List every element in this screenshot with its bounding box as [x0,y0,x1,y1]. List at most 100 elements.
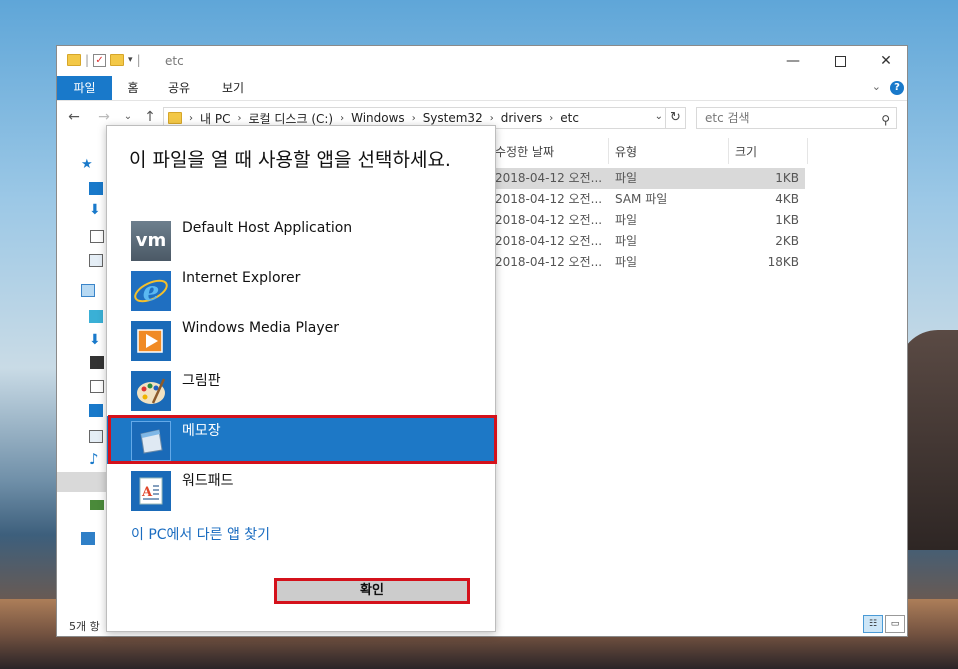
maximize-button[interactable] [817,46,863,76]
breadcrumb-system32[interactable]: System32 [423,111,483,125]
column-header-type[interactable]: 유형 [615,142,637,162]
quick-access-toolbar: | ✓ ▾ | [67,53,141,67]
notepad-icon [131,421,171,461]
status-item-count: 5개 항 [69,620,100,633]
column-divider[interactable] [728,138,729,164]
table-row[interactable]: 2018-04-12 오전... 파일 2KB [495,231,805,252]
search-input[interactable]: etc 검색 ⚲ [696,107,897,129]
file-date: 2018-04-12 오전... [495,213,603,227]
music-icon[interactable]: ♪ [89,450,99,468]
file-date: 2018-04-12 오전... [495,171,603,185]
desktop-icon[interactable] [89,404,103,417]
app-name: 그림판 [182,373,221,389]
videos-icon[interactable] [90,356,104,369]
dialog-title: 이 파일을 열 때 사용할 앱을 선택하세요. [129,149,451,171]
chevron-right-icon[interactable]: › [340,113,344,124]
forward-arrow-icon[interactable]: → [95,108,113,126]
vmware-icon: vm [131,221,171,261]
breadcrumb-this-pc[interactable]: 내 PC [200,110,230,127]
minimize-button[interactable]: — [770,46,816,76]
recent-locations-chevron-icon[interactable]: ⌄ [119,108,137,126]
breadcrumb-local-disk[interactable]: 로컬 디스크 (C:) [248,110,333,127]
table-row[interactable]: 2018-04-12 오전... 파일 18KB [495,252,805,273]
network-drive-icon[interactable] [90,500,104,510]
3d-objects-icon[interactable] [89,310,103,323]
file-size: 18KB [767,255,799,269]
window-title: etc [165,54,184,68]
tab-share[interactable]: 공유 [161,76,197,100]
chevron-right-icon[interactable]: › [412,113,416,124]
column-divider[interactable] [608,138,609,164]
new-folder-icon[interactable] [110,54,125,66]
find-other-app-link[interactable]: 이 PC에서 다른 앱 찾기 [131,524,270,544]
ok-button[interactable]: 확인 [274,578,470,604]
chevron-right-icon[interactable]: › [549,113,553,124]
details-view-icon[interactable]: ☷ [863,615,883,633]
large-icons-view-icon[interactable]: ▭ [885,615,905,633]
file-type: 파일 [615,234,638,248]
title-bar: | ✓ ▾ | etc — ✕ [57,46,907,76]
app-option-internet-explorer[interactable]: e Internet Explorer [107,266,495,314]
app-name: 워드패드 [182,473,234,489]
help-button[interactable]: ? [890,81,904,95]
address-dropdown-chevron-icon[interactable]: ⌄ [655,111,663,122]
table-row[interactable]: 2018-04-12 오전... 파일 1KB [495,210,805,231]
app-option-default-host[interactable]: vm Default Host Application [107,216,495,264]
documents-icon[interactable] [90,230,104,243]
expand-ribbon-chevron-icon[interactable]: ⌄ [872,80,881,93]
paint-icon [131,371,171,411]
back-arrow-icon[interactable]: ← [65,108,83,126]
app-name: Windows Media Player [182,320,340,336]
table-row[interactable]: 2018-04-12 오전... SAM 파일 4KB [495,189,805,210]
file-date: 2018-04-12 오전... [495,234,603,248]
close-button[interactable]: ✕ [863,46,909,76]
downloads-icon[interactable]: ⬇ [89,202,101,218]
network-icon[interactable] [81,532,95,545]
app-option-notepad[interactable]: 메모장 [107,416,495,464]
file-type: SAM 파일 [615,192,668,206]
desktop-icon[interactable] [89,182,103,195]
app-name: 메모장 [182,423,221,439]
file-type: 파일 [615,171,638,185]
local-disk-selected-row[interactable] [57,472,107,492]
refresh-button[interactable]: ↻ [666,107,686,129]
downloads-icon[interactable]: ⬇ [89,332,101,348]
folder-icon [168,112,182,124]
toolbar-separator: | [136,53,141,67]
breadcrumb-drivers[interactable]: drivers [501,111,543,125]
chevron-right-icon[interactable]: › [490,113,494,124]
customize-toolbar-chevron-icon[interactable]: ▾ [128,55,133,65]
tab-file[interactable]: 파일 [57,76,112,100]
this-pc-icon[interactable] [81,284,95,297]
column-header-size[interactable]: 크기 [735,142,757,162]
column-divider[interactable] [807,138,808,164]
pictures-icon[interactable] [89,254,103,267]
internet-explorer-icon: e [131,271,171,311]
table-row[interactable]: 2018-04-12 오전... 파일 1KB [495,168,805,189]
app-option-media-player[interactable]: Windows Media Player [107,316,495,364]
tab-view[interactable]: 보기 [215,76,251,100]
documents-icon[interactable] [90,380,104,393]
column-header-modified[interactable]: 수정한 날짜 [495,142,554,162]
breadcrumb-windows[interactable]: Windows [351,111,405,125]
pictures-icon[interactable] [89,430,103,443]
chevron-right-icon[interactable]: › [189,113,193,124]
tab-home[interactable]: 홈 [117,76,149,100]
folder-icon [67,54,81,66]
ribbon: 파일 홈 공유 보기 ⌄ ? [57,76,907,101]
up-arrow-icon[interactable]: ↑ [141,108,159,126]
app-option-paint[interactable]: 그림판 [107,366,495,414]
breadcrumb-etc[interactable]: etc [560,111,579,125]
properties-icon[interactable]: ✓ [93,53,107,67]
toolbar-separator: | [85,53,90,67]
search-icon: ⚲ [881,113,890,127]
file-size: 1KB [775,171,799,185]
quick-access-star-icon[interactable]: ★ [81,157,93,172]
file-date: 2018-04-12 오전... [495,192,603,206]
file-date: 2018-04-12 오전... [495,255,603,269]
app-option-wordpad[interactable]: A 워드패드 [107,466,495,514]
open-with-dialog: 이 파일을 열 때 사용할 앱을 선택하세요. vm Default Host … [106,125,497,632]
chevron-right-icon[interactable]: › [237,113,241,124]
file-size: 1KB [775,213,799,227]
svg-text:A: A [141,485,153,500]
